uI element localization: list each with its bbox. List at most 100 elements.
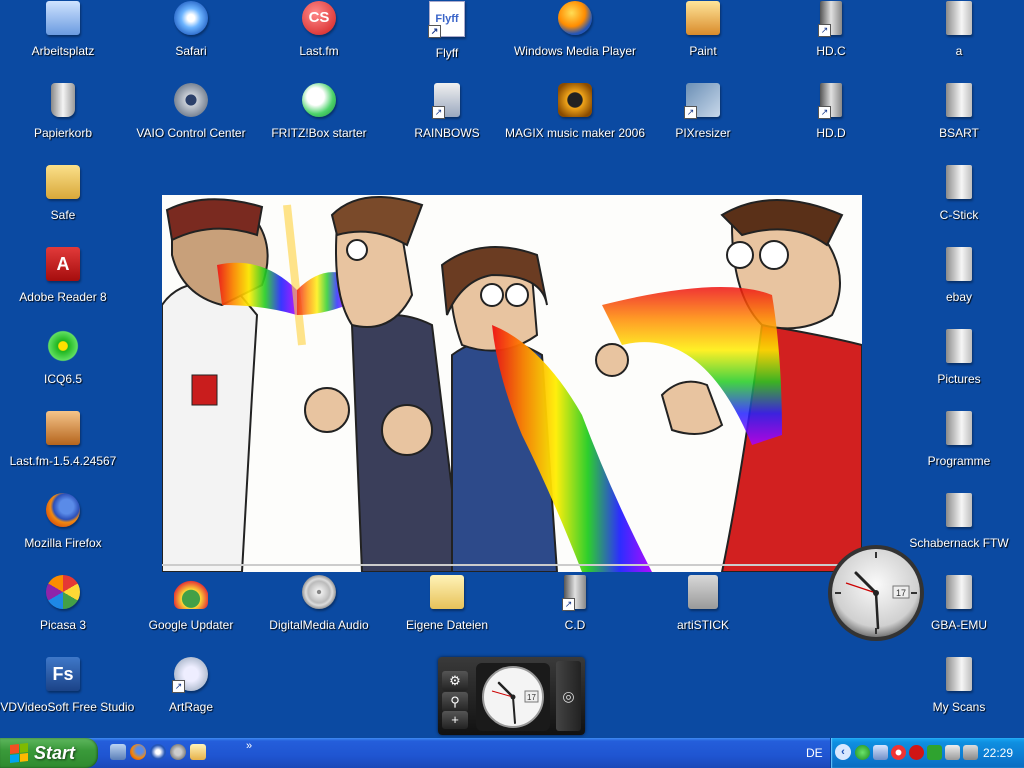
icon-label: C-Stick bbox=[939, 208, 979, 222]
desktop-icon-paint[interactable]: Paint bbox=[643, 0, 763, 76]
icon-label: Google Updater bbox=[148, 618, 234, 632]
google-updater-icon bbox=[174, 575, 208, 609]
desktop-icon-artrage[interactable]: ArtRage bbox=[131, 656, 251, 732]
desktop-icon-digitalmedia-audio[interactable]: DigitalMedia Audio bbox=[259, 574, 379, 650]
icon-label: Last.fm-1.5.4.24567 bbox=[9, 454, 117, 468]
icon-label: Flyff bbox=[435, 46, 459, 60]
desktop-icon-safe[interactable]: Safe bbox=[3, 164, 123, 240]
network-tray-icon[interactable] bbox=[855, 745, 870, 760]
picasa-icon bbox=[46, 575, 80, 609]
media-player-icon[interactable] bbox=[150, 744, 166, 760]
speaker-icon bbox=[558, 83, 592, 117]
sidebar-feed-button[interactable]: ◎ bbox=[556, 661, 581, 731]
start-button[interactable]: Start bbox=[0, 738, 98, 768]
sidebar-clock: 17 bbox=[476, 663, 550, 731]
desktop-icon-magix[interactable]: MAGIX music maker 2006 bbox=[505, 82, 645, 158]
folder-icon bbox=[946, 1, 972, 35]
desktop-icon-adobe-reader[interactable]: A Adobe Reader 8 bbox=[3, 246, 123, 322]
paint-icon[interactable] bbox=[190, 744, 206, 760]
desktop-icon-hdc[interactable]: HD.C bbox=[771, 0, 891, 76]
sidebar-widget[interactable]: ⚙ ⚲ + 17 ◎ bbox=[438, 657, 585, 735]
media-player-icon bbox=[558, 1, 592, 35]
speaker-tray-icon[interactable] bbox=[945, 745, 960, 760]
gear-icon: ⚙ bbox=[449, 673, 461, 688]
lastfm-icon: CS bbox=[302, 1, 336, 35]
tray-expand-button[interactable]: ‹ bbox=[835, 744, 851, 760]
desktop-icon-rainbows[interactable]: RAINBOWS bbox=[387, 82, 507, 158]
icon-label: DVDVideoSoft Free Studio bbox=[0, 700, 135, 714]
desktop-icon-arbeitsplatz[interactable]: Arbeitsplatz bbox=[3, 0, 123, 76]
desktop-icon-lastfm[interactable]: CS Last.fm bbox=[259, 0, 379, 76]
show-desktop-icon[interactable] bbox=[110, 744, 126, 760]
desktop-icon-vaio[interactable]: VAIO Control Center bbox=[131, 82, 251, 158]
settings-icon[interactable] bbox=[170, 744, 186, 760]
desktop-icon-bsart[interactable]: BSART bbox=[899, 82, 1019, 158]
cartoon-rainbow-artwork bbox=[162, 196, 862, 572]
icq-tray-icon[interactable] bbox=[891, 745, 906, 760]
desktop-icon-ebay[interactable]: ebay bbox=[899, 246, 1019, 322]
icon-label: My Scans bbox=[932, 700, 986, 714]
artrage-icon bbox=[172, 657, 208, 693]
desktop-icon-c-stick[interactable]: C-Stick bbox=[899, 164, 1019, 240]
desktop-icon-my-scans[interactable]: My Scans bbox=[899, 656, 1019, 732]
icon-label: FRITZ!Box starter bbox=[271, 126, 367, 140]
desktop-icon-icq[interactable]: ICQ6.5 bbox=[3, 328, 123, 404]
desktop-icon-safari[interactable]: Safari bbox=[131, 0, 251, 76]
desktop-icon-dvdvideosoft[interactable]: Fs DVDVideoSoft Free Studio bbox=[0, 656, 134, 732]
folder-icon bbox=[946, 83, 972, 117]
wallpaper-artwork bbox=[162, 195, 862, 572]
desktop-icon-cd[interactable]: C.D bbox=[515, 574, 635, 650]
plus-icon: + bbox=[451, 712, 459, 727]
drive-icon bbox=[818, 83, 842, 119]
desktop-icon-google-updater[interactable]: Google Updater bbox=[131, 574, 251, 650]
antivirus-tray-icon[interactable] bbox=[909, 745, 924, 760]
icon-label: Pictures bbox=[937, 372, 981, 386]
desktop-icon-fritzbox[interactable]: FRITZ!Box starter bbox=[259, 82, 379, 158]
sidebar-search-button[interactable]: ⚲ bbox=[442, 692, 468, 712]
icq-flower-icon bbox=[46, 329, 80, 363]
icon-label: Picasa 3 bbox=[39, 618, 87, 632]
icon-label: ebay bbox=[945, 290, 973, 304]
desktop-icon-eigene-dateien[interactable]: Eigene Dateien bbox=[387, 574, 507, 650]
chevron-left-icon: ‹ bbox=[841, 746, 845, 758]
pdf-icon: A bbox=[46, 247, 80, 281]
icon-label: ICQ6.5 bbox=[43, 372, 82, 386]
feed-icon: ◎ bbox=[562, 688, 575, 704]
language-indicator[interactable]: DE bbox=[806, 746, 823, 760]
safari-icon bbox=[174, 1, 208, 35]
sidebar-gear-button[interactable]: ⚙ bbox=[442, 671, 468, 691]
icon-label: a bbox=[955, 44, 963, 58]
desktop-icon-flyff[interactable]: Flyff Flyff bbox=[387, 0, 507, 76]
lan-tray-icon[interactable] bbox=[927, 745, 942, 760]
desktop-icon-pictures[interactable]: Pictures bbox=[899, 328, 1019, 404]
desktop-icon-picasa[interactable]: Picasa 3 bbox=[3, 574, 123, 650]
desktop-icon-pixresizer[interactable]: PIXresizer bbox=[643, 82, 763, 158]
monitor-tray-icon[interactable] bbox=[963, 745, 978, 760]
paint-icon bbox=[686, 1, 720, 35]
icon-label: Safe bbox=[50, 208, 76, 222]
desktop-icon-firefox[interactable]: Mozilla Firefox bbox=[3, 492, 123, 568]
quick-launch-chevron[interactable]: » bbox=[246, 740, 252, 752]
desktop-icon-papierkorb[interactable]: Papierkorb bbox=[3, 82, 123, 158]
desktop-icon-programme[interactable]: Programme bbox=[899, 410, 1019, 486]
taskbar-clock[interactable]: 22:29 bbox=[983, 746, 1013, 760]
icon-label: VAIO Control Center bbox=[136, 126, 246, 140]
desktop-icon-lastfm-installer[interactable]: Last.fm-1.5.4.24567 bbox=[3, 410, 123, 486]
desktop-icon-hdd[interactable]: HD.D bbox=[771, 82, 891, 158]
firefox-icon[interactable] bbox=[130, 744, 146, 760]
sidebar-add-button[interactable]: + bbox=[442, 711, 468, 729]
desktop-icon-artistick[interactable]: artiSTICK bbox=[643, 574, 763, 650]
start-label: Start bbox=[34, 742, 76, 763]
clock-gadget[interactable]: 17 bbox=[826, 543, 926, 643]
icon-label: Paint bbox=[689, 44, 717, 58]
icon-label: HD.C bbox=[816, 44, 846, 58]
display-tray-icon[interactable] bbox=[873, 745, 888, 760]
recycle-bin-icon bbox=[51, 83, 75, 117]
desktop[interactable]: Arbeitsplatz Papierkorb Safe A Adobe Rea… bbox=[0, 0, 1024, 738]
desktop-icon-wmp[interactable]: Windows Media Player bbox=[514, 0, 636, 76]
flyff-icon: Flyff bbox=[428, 1, 465, 38]
desktop-icon-a[interactable]: a bbox=[899, 0, 1019, 76]
quick-launch-bar bbox=[110, 744, 206, 762]
icon-label: Last.fm bbox=[299, 44, 339, 58]
resize-icon bbox=[684, 83, 720, 119]
